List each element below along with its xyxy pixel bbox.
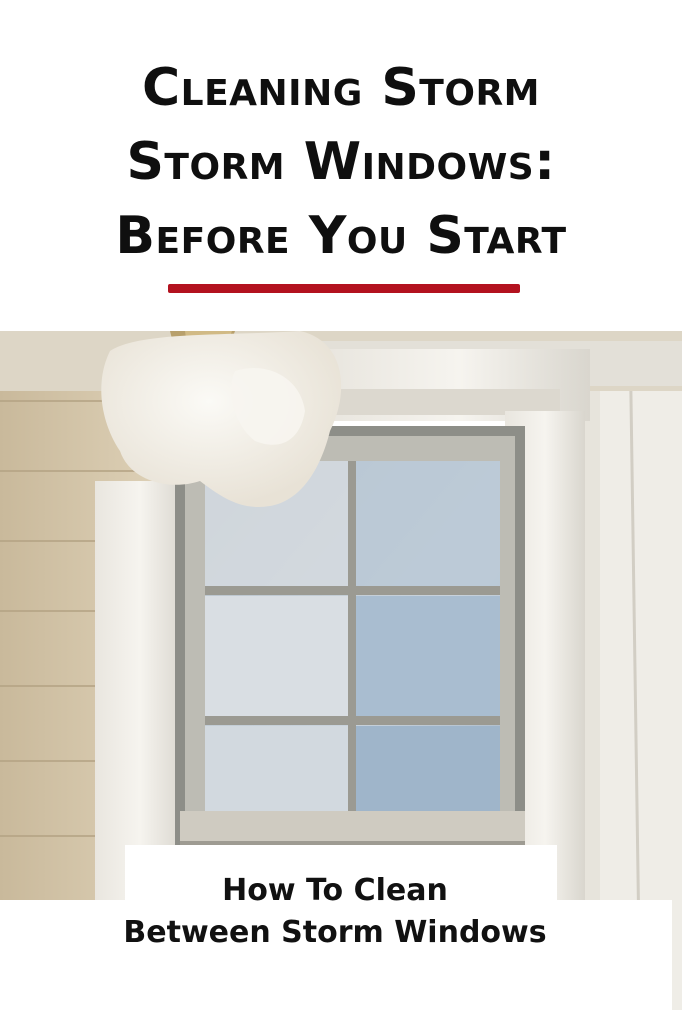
title-panel: Cleaning Storm Storm Windows: Before You… [0,0,682,330]
title-line-2: Storm Windows: [126,132,556,192]
caption-line-1: How To Clean [222,873,448,908]
accent-rule [168,284,520,293]
title-line-3: Before You Start [115,206,567,266]
caption-line-2: Between Storm Windows [123,915,547,950]
title-line-1: Cleaning Storm [141,58,540,118]
